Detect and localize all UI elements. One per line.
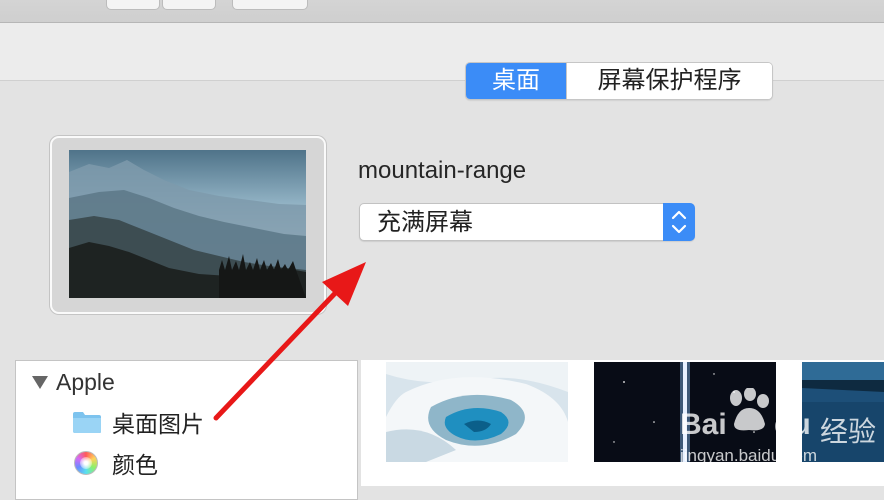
watermark-cn: 经验 (820, 416, 877, 447)
toolbar-button-show-all[interactable] (232, 0, 308, 10)
wallpaper-thumbnail[interactable] (386, 362, 568, 462)
color-wheel-icon (74, 451, 98, 475)
watermark-brand-b: du (774, 408, 811, 441)
watermark-brand-a: Bai (680, 408, 727, 441)
source-item-label: 桌面图片 (112, 411, 204, 437)
source-group-apple[interactable]: Apple (32, 369, 115, 396)
baidu-watermark: Bai du 经验 jingyan.baidu.com (680, 388, 884, 486)
toolbar-button-back[interactable] (106, 0, 160, 10)
source-item-colors[interactable]: 颜色 (72, 446, 158, 480)
wallpaper-name: mountain-range (358, 157, 527, 184)
source-item-label: 颜色 (112, 452, 158, 478)
wallpaper-preview (50, 136, 326, 314)
source-group-label: Apple (56, 369, 115, 395)
fit-mode-popup[interactable]: 充满屏幕 (359, 203, 695, 241)
window-toolbar (0, 0, 884, 23)
tab-desktop[interactable]: 桌面 (466, 63, 566, 99)
chevron-up-down-icon[interactable] (663, 203, 695, 241)
watermark-url: jingyan.baidu.com (680, 446, 818, 465)
tab-screensaver[interactable]: 屏幕保护程序 (566, 63, 772, 99)
disclosure-triangle-icon[interactable] (32, 376, 48, 389)
source-item-desktop-pictures[interactable]: 桌面图片 (72, 405, 204, 439)
tab-segmented-control: 桌面 屏幕保护程序 (465, 62, 773, 100)
fit-mode-selected: 充满屏幕 (377, 209, 473, 236)
paw-logo-icon (730, 388, 769, 431)
toolbar-button-forward[interactable] (162, 0, 216, 10)
wallpaper-preview-image (69, 150, 306, 298)
folder-icon (73, 412, 101, 433)
source-list: Apple 桌面图片 颜色 (15, 360, 358, 500)
